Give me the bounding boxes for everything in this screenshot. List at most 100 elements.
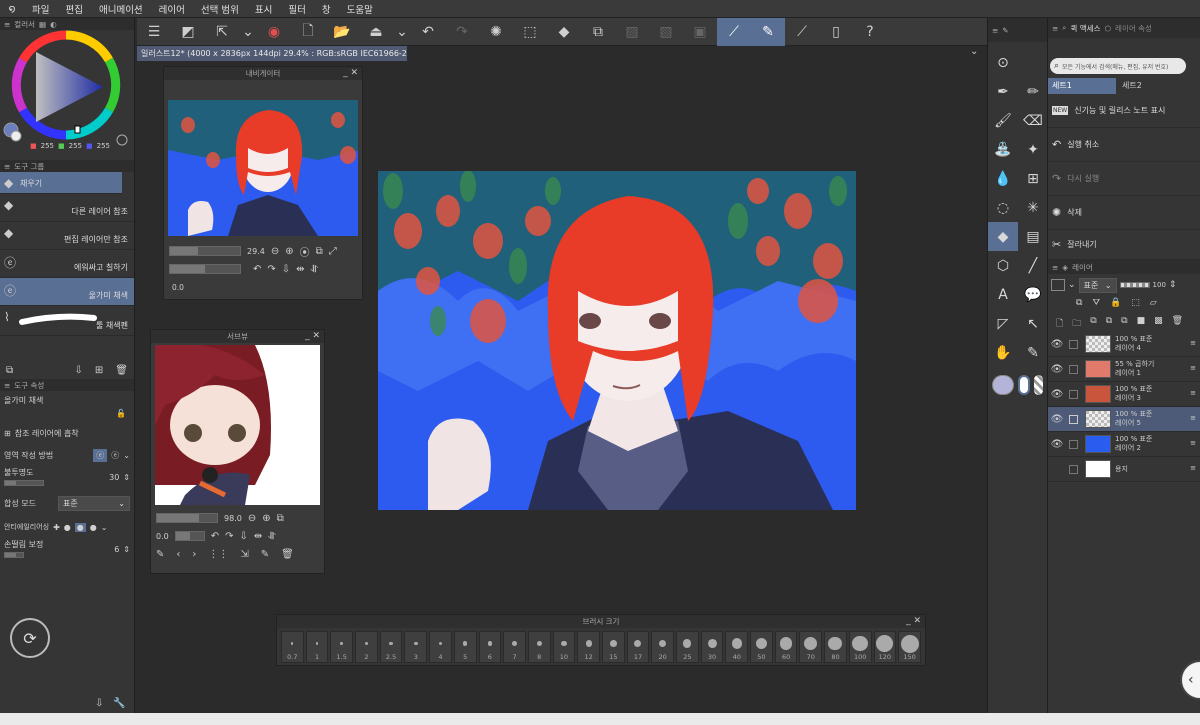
mesh-icon[interactable]: ⊞	[1018, 164, 1048, 193]
eyedropper-icon[interactable]: ✎	[156, 549, 164, 560]
navigator-title-bar[interactable]: 내비게이터 _ ✕	[164, 67, 362, 80]
trash-icon[interactable]: 🗑	[281, 549, 294, 560]
area-mode-other-icon[interactable]: ⓔ	[111, 450, 119, 461]
brush-size-option[interactable]: 0.7	[281, 631, 304, 663]
open-folder-icon[interactable]: 📂	[325, 18, 359, 46]
airbrush-icon[interactable]: ⛲	[988, 135, 1018, 164]
zoom-out-icon[interactable]: ⊖	[271, 246, 279, 257]
brush-size-option[interactable]: 17	[626, 631, 650, 663]
text-icon[interactable]: A	[988, 280, 1018, 309]
brush-size-option[interactable]: 1.5	[330, 631, 354, 663]
brush-size-option[interactable]: 100	[848, 631, 872, 663]
export-icon[interactable]: ⇱	[205, 18, 239, 46]
mask-create-icon[interactable]: ■	[1137, 316, 1146, 330]
gradient-icon[interactable]: ▤	[1018, 222, 1048, 251]
brush-size-option[interactable]: 6	[478, 631, 502, 663]
color-slider-icon[interactable]: ◐	[50, 20, 57, 29]
edit-icon[interactable]: ✎	[261, 549, 269, 560]
stab-slider[interactable]	[4, 552, 24, 558]
layer-row[interactable]: 👁 100 % 표준 레이어 2 ≡	[1048, 432, 1200, 457]
zoom-out-icon[interactable]: ⊖	[248, 513, 256, 524]
hamburger-icon[interactable]: ☰	[137, 18, 171, 46]
brush-size-option[interactable]: 80	[824, 631, 847, 663]
aa-strong-icon[interactable]: ●	[90, 523, 97, 532]
stepper-icon[interactable]: ⇕	[123, 545, 130, 554]
subview-reference-image[interactable]	[155, 345, 320, 505]
brush-size-option[interactable]: 2	[355, 631, 378, 663]
subview-angle-value[interactable]: 0.0	[156, 532, 169, 541]
menu-file[interactable]: 파일	[24, 2, 57, 16]
flip-vertical-icon[interactable]: ⥯	[268, 531, 275, 542]
flip-horizontal-icon[interactable]: ⇹	[254, 531, 262, 542]
3d-object-icon[interactable]: ⬡	[988, 251, 1018, 280]
brush-size-option[interactable]: 10	[552, 631, 576, 663]
rotate-left-icon[interactable]: ↶	[253, 264, 261, 275]
line-icon[interactable]: ╱	[1018, 251, 1048, 280]
fullscreen-icon[interactable]: ⤢	[329, 246, 337, 257]
fit-icon[interactable]: ⧉	[277, 513, 284, 524]
stepper-icon[interactable]: ⇕	[123, 473, 130, 482]
decoration-icon[interactable]: ✦	[1018, 135, 1048, 164]
opacity-value[interactable]: 30	[109, 473, 119, 482]
loading-icon[interactable]: ✺	[479, 18, 513, 46]
zoom-in-icon[interactable]: ⊕	[285, 246, 293, 257]
layer-menu-icon[interactable]: ≡	[1190, 339, 1196, 347]
layer-row[interactable]: 👁 100 % 표준 레이어 4 ≡	[1048, 332, 1200, 357]
tool-refer-other-layer[interactable]: ◆ 다른 레이어 참조	[0, 194, 134, 222]
minimize-close-icon[interactable]: _ ✕	[343, 67, 358, 80]
qa-delete[interactable]: ✺ 삭제	[1048, 196, 1200, 230]
balloon-icon[interactable]: 💬	[1018, 280, 1048, 309]
brush-size-option[interactable]: 25	[676, 631, 699, 663]
new-raster-icon[interactable]: 🗋	[1056, 316, 1063, 330]
clear-icon[interactable]: ⬚	[513, 18, 547, 46]
brush-size-option[interactable]: 4	[429, 631, 452, 663]
layer-checkbox[interactable]	[1069, 389, 1078, 399]
aa-none-icon[interactable]: ✚	[53, 523, 60, 532]
rotate-left-icon[interactable]: ↶	[211, 531, 219, 542]
save-icon[interactable]: ⏏	[359, 18, 393, 46]
eye-icon[interactable]: 👁	[1048, 439, 1066, 450]
pencil-tab-icon[interactable]: ✎	[1002, 26, 1008, 35]
chevron-down-icon[interactable]: ⌄	[101, 523, 108, 532]
brush-size-option[interactable]: 150	[898, 631, 921, 663]
eye-icon[interactable]: 👁	[1048, 364, 1066, 375]
eraser-icon[interactable]: ⌫	[1018, 106, 1048, 135]
color-set-icon[interactable]: ▦	[39, 20, 46, 29]
import-icon[interactable]: ⇲	[240, 549, 248, 560]
chevron-down-icon[interactable]: ⌄	[970, 46, 978, 57]
search-icon[interactable]: ⌕	[1062, 23, 1066, 33]
subview-zoom-value[interactable]: 98.0	[224, 514, 242, 523]
subview-rotate-slider[interactable]	[174, 531, 205, 541]
menu-animation[interactable]: 애니메이션	[91, 2, 151, 16]
menu-window[interactable]: 창	[314, 2, 339, 16]
reset-rotation-icon[interactable]: ⇩	[282, 264, 290, 275]
brush-size-option[interactable]: 40	[725, 631, 749, 663]
fill-bucket-icon[interactable]: ◆	[988, 222, 1018, 251]
hand-icon[interactable]: ✋	[988, 338, 1018, 367]
layer-checkbox[interactable]	[1069, 364, 1078, 374]
fill-icon[interactable]: ◆	[547, 18, 581, 46]
subview-title-bar[interactable]: 서브뷰 _ ✕	[151, 330, 324, 343]
color-panel-tab[interactable]: 컬러서	[14, 19, 35, 30]
set1-tab[interactable]: 세트1	[1048, 78, 1116, 94]
layer-opacity-slider[interactable]	[1119, 282, 1150, 288]
brush-size-option[interactable]: 1	[305, 631, 329, 663]
snap-special-ruler-icon[interactable]: ✎	[751, 17, 785, 46]
blend-dropdown[interactable]: 표준 ⌄	[58, 495, 130, 511]
brush-size-option[interactable]: 70	[799, 631, 823, 663]
rotate-slider[interactable]	[169, 264, 241, 274]
brush-size-option[interactable]: 5	[453, 631, 477, 663]
menu-icon[interactable]: ≡	[4, 162, 10, 171]
tool-fill-active[interactable]: ◆ 채우기	[0, 172, 122, 194]
layer-props-icon[interactable]: ⬡	[1104, 24, 1111, 33]
layer-row[interactable]: 용지 ≡	[1048, 457, 1200, 482]
layer-menu-icon[interactable]: ≡	[1190, 464, 1196, 472]
layer-row[interactable]: 👁 100 % 표준 레이어 5 ≡	[1048, 407, 1200, 432]
app-logo-icon[interactable]: ໑	[0, 2, 24, 15]
menu-icon[interactable]: ≡	[4, 381, 10, 390]
trash-icon[interactable]: 🗑	[115, 365, 128, 376]
area-mode-lasso-icon[interactable]: ⓔ	[93, 448, 108, 462]
eyedropper-icon[interactable]: ✎	[1018, 338, 1048, 367]
rotate-right-icon[interactable]: ↷	[267, 264, 275, 275]
fit-icon[interactable]: ⧉	[316, 246, 323, 257]
